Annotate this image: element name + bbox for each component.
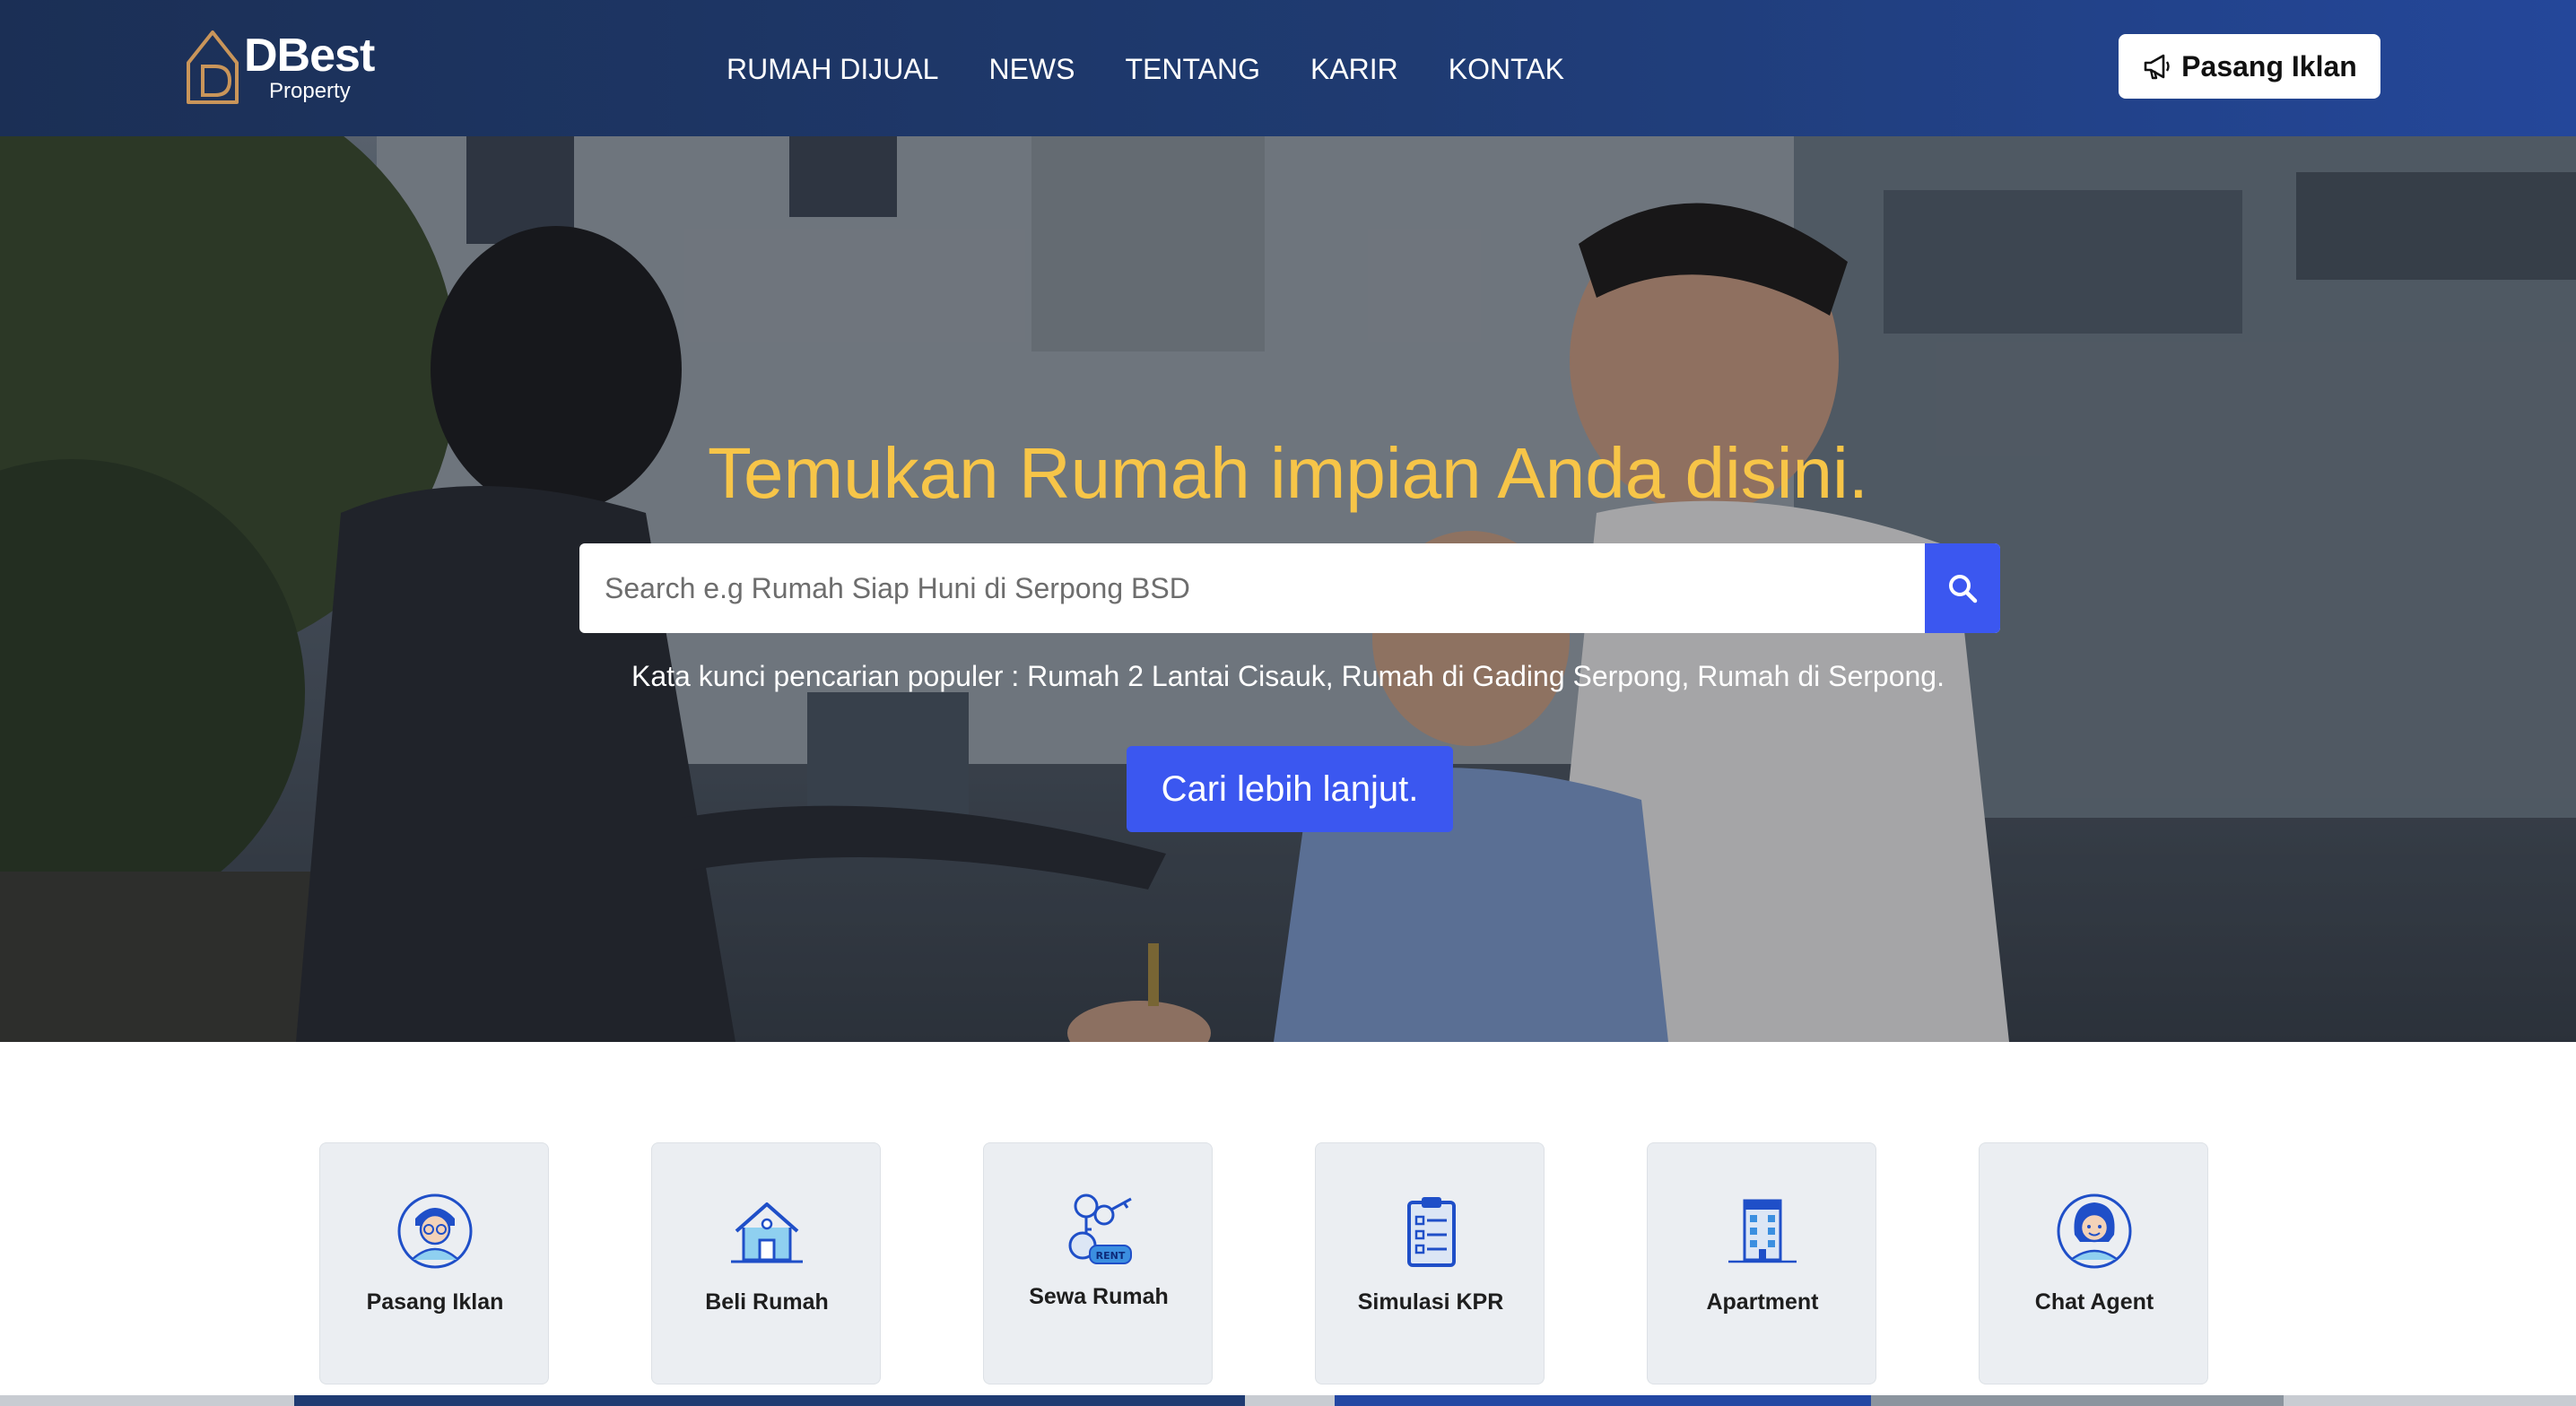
search-button[interactable] bbox=[1925, 543, 2000, 633]
agent-avatar-icon bbox=[397, 1193, 473, 1269]
service-card-simulasi-kpr[interactable]: Simulasi KPR bbox=[1315, 1142, 1545, 1384]
site-header: DBest Property RUMAH DIJUAL NEWS TENTANG… bbox=[0, 0, 2576, 136]
clipboard-checklist-icon bbox=[1407, 1197, 1456, 1267]
logo-mark-icon bbox=[187, 30, 239, 104]
megaphone-icon bbox=[2144, 54, 2170, 80]
service-label: Sewa Rumah bbox=[1029, 1284, 1169, 1309]
brand-logo[interactable]: DBest Property bbox=[183, 27, 398, 109]
search-bar bbox=[579, 543, 2000, 633]
nav-item-news[interactable]: NEWS bbox=[988, 48, 1075, 90]
cari-lebih-lanjut-label: Cari lebih lanjut. bbox=[1161, 769, 1419, 809]
nav-item-karir[interactable]: KARIR bbox=[1310, 48, 1398, 90]
service-label: Simulasi KPR bbox=[1357, 1289, 1504, 1315]
service-card-sewa-rumah[interactable]: RENT Sewa Rumah bbox=[983, 1142, 1213, 1384]
service-cards: Pasang Iklan Beli Rumah RENT Sewa Rumah bbox=[319, 1142, 2210, 1386]
apartment-building-icon bbox=[1728, 1199, 1797, 1263]
svg-text:RENT: RENT bbox=[1096, 1250, 1126, 1262]
next-section-banner-left bbox=[294, 1395, 1245, 1406]
rent-keys-icon: RENT bbox=[1068, 1193, 1132, 1264]
nav-item-kontak[interactable]: KONTAK bbox=[1449, 48, 1564, 90]
hero-banner: Temukan Rumah impian Anda disini. Kata k… bbox=[0, 136, 2576, 1042]
next-section-banner-right bbox=[1871, 1395, 2284, 1406]
service-card-pasang-iklan[interactable]: Pasang Iklan bbox=[319, 1142, 549, 1384]
nav-item-rumah-dijual[interactable]: RUMAH DIJUAL bbox=[727, 48, 938, 90]
service-label: Apartment bbox=[1706, 1289, 1819, 1315]
brand-tagline: Property bbox=[269, 79, 351, 103]
main-nav: RUMAH DIJUAL NEWS TENTANG KARIR KONTAK bbox=[727, 48, 1564, 90]
pasang-iklan-button[interactable]: Pasang Iklan bbox=[2119, 34, 2380, 99]
brand-name: DBest bbox=[244, 30, 375, 82]
chat-agent-avatar-icon bbox=[2057, 1193, 2132, 1269]
next-section-banner-mid bbox=[1335, 1395, 1871, 1406]
house-icon bbox=[731, 1202, 803, 1263]
service-label: Chat Agent bbox=[2034, 1289, 2154, 1315]
cari-lebih-lanjut-button[interactable]: Cari lebih lanjut. bbox=[1127, 746, 1453, 832]
service-card-beli-rumah[interactable]: Beli Rumah bbox=[651, 1142, 881, 1384]
pasang-iklan-label: Pasang Iklan bbox=[2181, 50, 2357, 82]
service-label: Pasang Iklan bbox=[366, 1289, 504, 1315]
search-input[interactable] bbox=[579, 543, 1925, 633]
service-card-apartment[interactable]: Apartment bbox=[1647, 1142, 1876, 1384]
hero-title: Temukan Rumah impian Anda disini. bbox=[707, 433, 1869, 513]
nav-item-tentang[interactable]: TENTANG bbox=[1125, 48, 1260, 90]
popular-keywords: Kata kunci pencarian populer : Rumah 2 L… bbox=[631, 660, 1945, 692]
service-label: Beli Rumah bbox=[705, 1289, 829, 1315]
search-icon bbox=[1949, 575, 1978, 603]
service-card-chat-agent[interactable]: Chat Agent bbox=[1979, 1142, 2208, 1384]
